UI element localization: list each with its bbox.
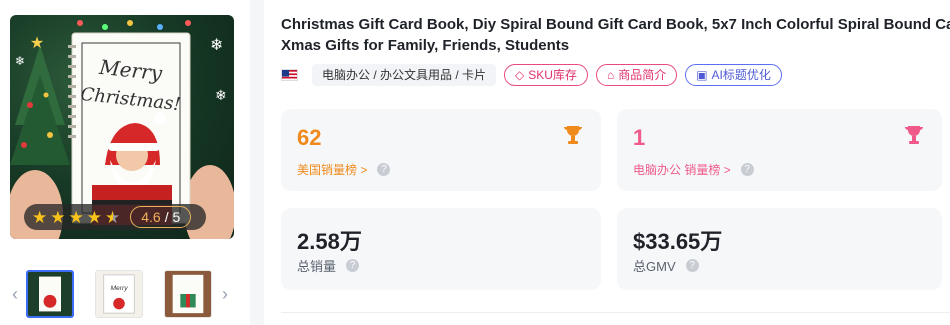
total-sales-card: 2.58万 总销量 ? <box>281 208 601 290</box>
section-divider <box>281 312 950 313</box>
total-gmv-label: 总GMV <box>633 259 676 274</box>
svg-text:★: ★ <box>30 35 44 52</box>
star-icon: ★ <box>32 207 48 227</box>
us-rank-label: 美国销量榜 > <box>297 163 368 177</box>
category-rank-card: 1 电脑办公 销量榜 > ? <box>617 109 942 191</box>
chevron-right-icon[interactable]: › <box>222 284 228 305</box>
product-title-line-2: Xmas Gifts for Family, Friends, Students <box>281 37 570 54</box>
svg-text:❄: ❄ <box>210 37 223 54</box>
category-rank-value: 1 <box>633 125 646 150</box>
help-icon[interactable]: ? <box>346 259 360 272</box>
product-gallery: ★ ❄ ❄ ❄ Merry Christmas! ★ ★ ★ ★ ★ 4.6 /… <box>0 0 260 325</box>
rating-max: / 5 <box>164 209 181 225</box>
star-icon: ★ <box>86 207 102 227</box>
us-flag-icon <box>281 69 298 81</box>
total-gmv-label-row: 总GMV ? <box>633 256 699 275</box>
total-sales-value: 2.58万 <box>297 229 362 254</box>
rating-stars: ★ ★ ★ ★ ★ <box>32 209 120 226</box>
chevron-left-icon[interactable]: ‹ <box>12 284 18 305</box>
total-gmv-card: $33.65万 总GMV ? <box>617 208 942 290</box>
rating-badge: ★ ★ ★ ★ ★ 4.6 / 5 <box>24 204 206 230</box>
rating-score: 4.6 <box>141 209 161 225</box>
total-sales-label-row: 总销量 ? <box>297 256 360 275</box>
category-rank-label: 电脑办公 销量榜 > <box>633 163 731 177</box>
thumbnail-strip: ‹ Merry › <box>0 270 250 320</box>
product-intro-button[interactable]: ⌂ 商品简介 <box>595 64 678 86</box>
total-sales-label: 总销量 <box>297 259 337 274</box>
ai-title-button[interactable]: ▣ AI标题优化 <box>685 64 782 86</box>
us-rank-link[interactable]: 美国销量榜 > ? <box>297 161 391 178</box>
star-icon: ★ <box>50 207 66 227</box>
trophy-icon <box>905 126 923 144</box>
us-rank-card: 62 美国销量榜 > ? <box>281 109 601 191</box>
tag-row: 电脑办公 / 办公文具用品 / 卡片 ◇ SKU库存 ⌂ 商品简介 ▣ AI标题… <box>281 64 782 86</box>
product-intro-label: 商品简介 <box>618 68 667 82</box>
sku-stock-button[interactable]: ◇ SKU库存 <box>504 64 588 86</box>
svg-text:❄: ❄ <box>215 87 227 103</box>
us-rank-value: 62 <box>297 125 322 150</box>
ai-icon: ▣ <box>696 68 708 82</box>
bag-icon: ⌂ <box>606 68 615 82</box>
rating-value: 4.6 / 5 <box>130 206 192 228</box>
product-title-line-1: Christmas Gift Card Book, Diy Spiral Bou… <box>281 16 950 33</box>
star-icon: ★ <box>68 207 84 227</box>
help-icon[interactable]: ? <box>377 163 391 176</box>
svg-text:Merry: Merry <box>110 285 128 292</box>
sku-stock-label: SKU库存 <box>528 68 577 82</box>
column-divider <box>250 0 264 325</box>
product-title: Christmas Gift Card Book, Diy Spiral Bou… <box>281 14 950 56</box>
thumbnail-3[interactable] <box>164 270 212 318</box>
help-icon[interactable]: ? <box>685 259 699 272</box>
trophy-icon <box>564 126 582 144</box>
thumbnail-2[interactable]: Merry <box>95 270 143 318</box>
category-rank-link[interactable]: 电脑办公 销量榜 > ? <box>633 161 754 178</box>
ai-title-label: AI标题优化 <box>711 68 771 82</box>
category-breadcrumb[interactable]: 电脑办公 / 办公文具用品 / 卡片 <box>312 64 497 86</box>
help-icon[interactable]: ? <box>740 163 754 176</box>
half-star-icon: ★ <box>105 207 121 227</box>
tag-icon: ◇ <box>515 68 525 82</box>
thumbnail-1[interactable] <box>26 270 74 318</box>
svg-text:❄: ❄ <box>15 54 25 68</box>
total-gmv-value: $33.65万 <box>633 229 723 254</box>
